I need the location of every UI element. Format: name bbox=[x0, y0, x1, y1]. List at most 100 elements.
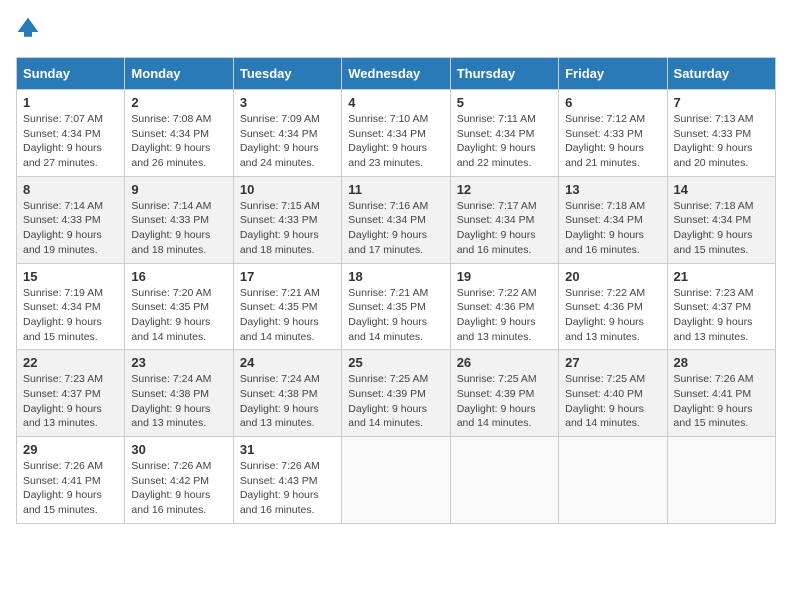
day-info: Sunrise: 7:12 AM Sunset: 4:33 PM Dayligh… bbox=[565, 112, 660, 171]
calendar-cell: 4 Sunrise: 7:10 AM Sunset: 4:34 PM Dayli… bbox=[342, 90, 450, 177]
day-number: 6 bbox=[565, 95, 660, 110]
day-number: 17 bbox=[240, 269, 335, 284]
calendar-cell: 11 Sunrise: 7:16 AM Sunset: 4:34 PM Dayl… bbox=[342, 176, 450, 263]
day-info: Sunrise: 7:23 AM Sunset: 4:37 PM Dayligh… bbox=[674, 286, 769, 345]
day-number: 22 bbox=[23, 355, 118, 370]
day-info: Sunrise: 7:22 AM Sunset: 4:36 PM Dayligh… bbox=[565, 286, 660, 345]
day-number: 31 bbox=[240, 442, 335, 457]
calendar-cell: 19 Sunrise: 7:22 AM Sunset: 4:36 PM Dayl… bbox=[450, 263, 558, 350]
day-info: Sunrise: 7:10 AM Sunset: 4:34 PM Dayligh… bbox=[348, 112, 443, 171]
day-info: Sunrise: 7:21 AM Sunset: 4:35 PM Dayligh… bbox=[348, 286, 443, 345]
day-info: Sunrise: 7:17 AM Sunset: 4:34 PM Dayligh… bbox=[457, 199, 552, 258]
logo-icon bbox=[16, 16, 40, 40]
calendar-cell: 22 Sunrise: 7:23 AM Sunset: 4:37 PM Dayl… bbox=[17, 350, 125, 437]
calendar-cell: 31 Sunrise: 7:26 AM Sunset: 4:43 PM Dayl… bbox=[233, 437, 341, 524]
calendar-cell: 20 Sunrise: 7:22 AM Sunset: 4:36 PM Dayl… bbox=[559, 263, 667, 350]
day-number: 20 bbox=[565, 269, 660, 284]
calendar-cell bbox=[450, 437, 558, 524]
calendar-cell: 26 Sunrise: 7:25 AM Sunset: 4:39 PM Dayl… bbox=[450, 350, 558, 437]
calendar-table: SundayMondayTuesdayWednesdayThursdayFrid… bbox=[16, 57, 776, 524]
calendar-cell: 12 Sunrise: 7:17 AM Sunset: 4:34 PM Dayl… bbox=[450, 176, 558, 263]
day-info: Sunrise: 7:22 AM Sunset: 4:36 PM Dayligh… bbox=[457, 286, 552, 345]
day-number: 16 bbox=[131, 269, 226, 284]
calendar-cell: 2 Sunrise: 7:08 AM Sunset: 4:34 PM Dayli… bbox=[125, 90, 233, 177]
day-info: Sunrise: 7:15 AM Sunset: 4:33 PM Dayligh… bbox=[240, 199, 335, 258]
day-info: Sunrise: 7:24 AM Sunset: 4:38 PM Dayligh… bbox=[131, 372, 226, 431]
day-number: 9 bbox=[131, 182, 226, 197]
calendar-cell: 28 Sunrise: 7:26 AM Sunset: 4:41 PM Dayl… bbox=[667, 350, 775, 437]
day-number: 19 bbox=[457, 269, 552, 284]
day-number: 7 bbox=[674, 95, 769, 110]
weekday-header-saturday: Saturday bbox=[667, 58, 775, 90]
day-info: Sunrise: 7:14 AM Sunset: 4:33 PM Dayligh… bbox=[131, 199, 226, 258]
day-info: Sunrise: 7:20 AM Sunset: 4:35 PM Dayligh… bbox=[131, 286, 226, 345]
day-number: 8 bbox=[23, 182, 118, 197]
calendar-cell: 17 Sunrise: 7:21 AM Sunset: 4:35 PM Dayl… bbox=[233, 263, 341, 350]
day-info: Sunrise: 7:09 AM Sunset: 4:34 PM Dayligh… bbox=[240, 112, 335, 171]
day-number: 27 bbox=[565, 355, 660, 370]
weekday-header-friday: Friday bbox=[559, 58, 667, 90]
day-info: Sunrise: 7:18 AM Sunset: 4:34 PM Dayligh… bbox=[565, 199, 660, 258]
weekday-header-wednesday: Wednesday bbox=[342, 58, 450, 90]
calendar-cell: 29 Sunrise: 7:26 AM Sunset: 4:41 PM Dayl… bbox=[17, 437, 125, 524]
day-info: Sunrise: 7:25 AM Sunset: 4:39 PM Dayligh… bbox=[348, 372, 443, 431]
day-number: 2 bbox=[131, 95, 226, 110]
weekday-header-tuesday: Tuesday bbox=[233, 58, 341, 90]
calendar-cell: 5 Sunrise: 7:11 AM Sunset: 4:34 PM Dayli… bbox=[450, 90, 558, 177]
day-info: Sunrise: 7:19 AM Sunset: 4:34 PM Dayligh… bbox=[23, 286, 118, 345]
day-number: 18 bbox=[348, 269, 443, 284]
day-info: Sunrise: 7:18 AM Sunset: 4:34 PM Dayligh… bbox=[674, 199, 769, 258]
day-info: Sunrise: 7:26 AM Sunset: 4:41 PM Dayligh… bbox=[674, 372, 769, 431]
calendar-cell bbox=[342, 437, 450, 524]
day-number: 29 bbox=[23, 442, 118, 457]
calendar-cell bbox=[667, 437, 775, 524]
logo bbox=[16, 16, 44, 45]
day-info: Sunrise: 7:11 AM Sunset: 4:34 PM Dayligh… bbox=[457, 112, 552, 171]
day-number: 15 bbox=[23, 269, 118, 284]
day-info: Sunrise: 7:25 AM Sunset: 4:39 PM Dayligh… bbox=[457, 372, 552, 431]
calendar-cell: 24 Sunrise: 7:24 AM Sunset: 4:38 PM Dayl… bbox=[233, 350, 341, 437]
day-number: 13 bbox=[565, 182, 660, 197]
day-number: 21 bbox=[674, 269, 769, 284]
day-number: 23 bbox=[131, 355, 226, 370]
day-info: Sunrise: 7:21 AM Sunset: 4:35 PM Dayligh… bbox=[240, 286, 335, 345]
calendar-cell: 8 Sunrise: 7:14 AM Sunset: 4:33 PM Dayli… bbox=[17, 176, 125, 263]
day-number: 24 bbox=[240, 355, 335, 370]
calendar-cell: 15 Sunrise: 7:19 AM Sunset: 4:34 PM Dayl… bbox=[17, 263, 125, 350]
day-number: 11 bbox=[348, 182, 443, 197]
calendar-cell: 30 Sunrise: 7:26 AM Sunset: 4:42 PM Dayl… bbox=[125, 437, 233, 524]
header bbox=[16, 16, 776, 45]
day-info: Sunrise: 7:13 AM Sunset: 4:33 PM Dayligh… bbox=[674, 112, 769, 171]
day-info: Sunrise: 7:26 AM Sunset: 4:43 PM Dayligh… bbox=[240, 459, 335, 518]
calendar-cell: 16 Sunrise: 7:20 AM Sunset: 4:35 PM Dayl… bbox=[125, 263, 233, 350]
day-info: Sunrise: 7:16 AM Sunset: 4:34 PM Dayligh… bbox=[348, 199, 443, 258]
day-info: Sunrise: 7:26 AM Sunset: 4:42 PM Dayligh… bbox=[131, 459, 226, 518]
weekday-header-monday: Monday bbox=[125, 58, 233, 90]
calendar-cell: 13 Sunrise: 7:18 AM Sunset: 4:34 PM Dayl… bbox=[559, 176, 667, 263]
day-number: 1 bbox=[23, 95, 118, 110]
day-number: 14 bbox=[674, 182, 769, 197]
calendar-cell: 7 Sunrise: 7:13 AM Sunset: 4:33 PM Dayli… bbox=[667, 90, 775, 177]
weekday-header-sunday: Sunday bbox=[17, 58, 125, 90]
calendar-cell bbox=[559, 437, 667, 524]
day-number: 30 bbox=[131, 442, 226, 457]
day-number: 12 bbox=[457, 182, 552, 197]
day-info: Sunrise: 7:08 AM Sunset: 4:34 PM Dayligh… bbox=[131, 112, 226, 171]
day-number: 10 bbox=[240, 182, 335, 197]
weekday-header-thursday: Thursday bbox=[450, 58, 558, 90]
day-info: Sunrise: 7:25 AM Sunset: 4:40 PM Dayligh… bbox=[565, 372, 660, 431]
day-info: Sunrise: 7:23 AM Sunset: 4:37 PM Dayligh… bbox=[23, 372, 118, 431]
calendar-cell: 18 Sunrise: 7:21 AM Sunset: 4:35 PM Dayl… bbox=[342, 263, 450, 350]
calendar-cell: 21 Sunrise: 7:23 AM Sunset: 4:37 PM Dayl… bbox=[667, 263, 775, 350]
calendar-cell: 27 Sunrise: 7:25 AM Sunset: 4:40 PM Dayl… bbox=[559, 350, 667, 437]
calendar-cell: 1 Sunrise: 7:07 AM Sunset: 4:34 PM Dayli… bbox=[17, 90, 125, 177]
day-number: 5 bbox=[457, 95, 552, 110]
calendar-cell: 9 Sunrise: 7:14 AM Sunset: 4:33 PM Dayli… bbox=[125, 176, 233, 263]
day-number: 26 bbox=[457, 355, 552, 370]
calendar-cell: 10 Sunrise: 7:15 AM Sunset: 4:33 PM Dayl… bbox=[233, 176, 341, 263]
calendar-cell: 25 Sunrise: 7:25 AM Sunset: 4:39 PM Dayl… bbox=[342, 350, 450, 437]
day-info: Sunrise: 7:07 AM Sunset: 4:34 PM Dayligh… bbox=[23, 112, 118, 171]
day-info: Sunrise: 7:24 AM Sunset: 4:38 PM Dayligh… bbox=[240, 372, 335, 431]
calendar-cell: 6 Sunrise: 7:12 AM Sunset: 4:33 PM Dayli… bbox=[559, 90, 667, 177]
day-info: Sunrise: 7:26 AM Sunset: 4:41 PM Dayligh… bbox=[23, 459, 118, 518]
